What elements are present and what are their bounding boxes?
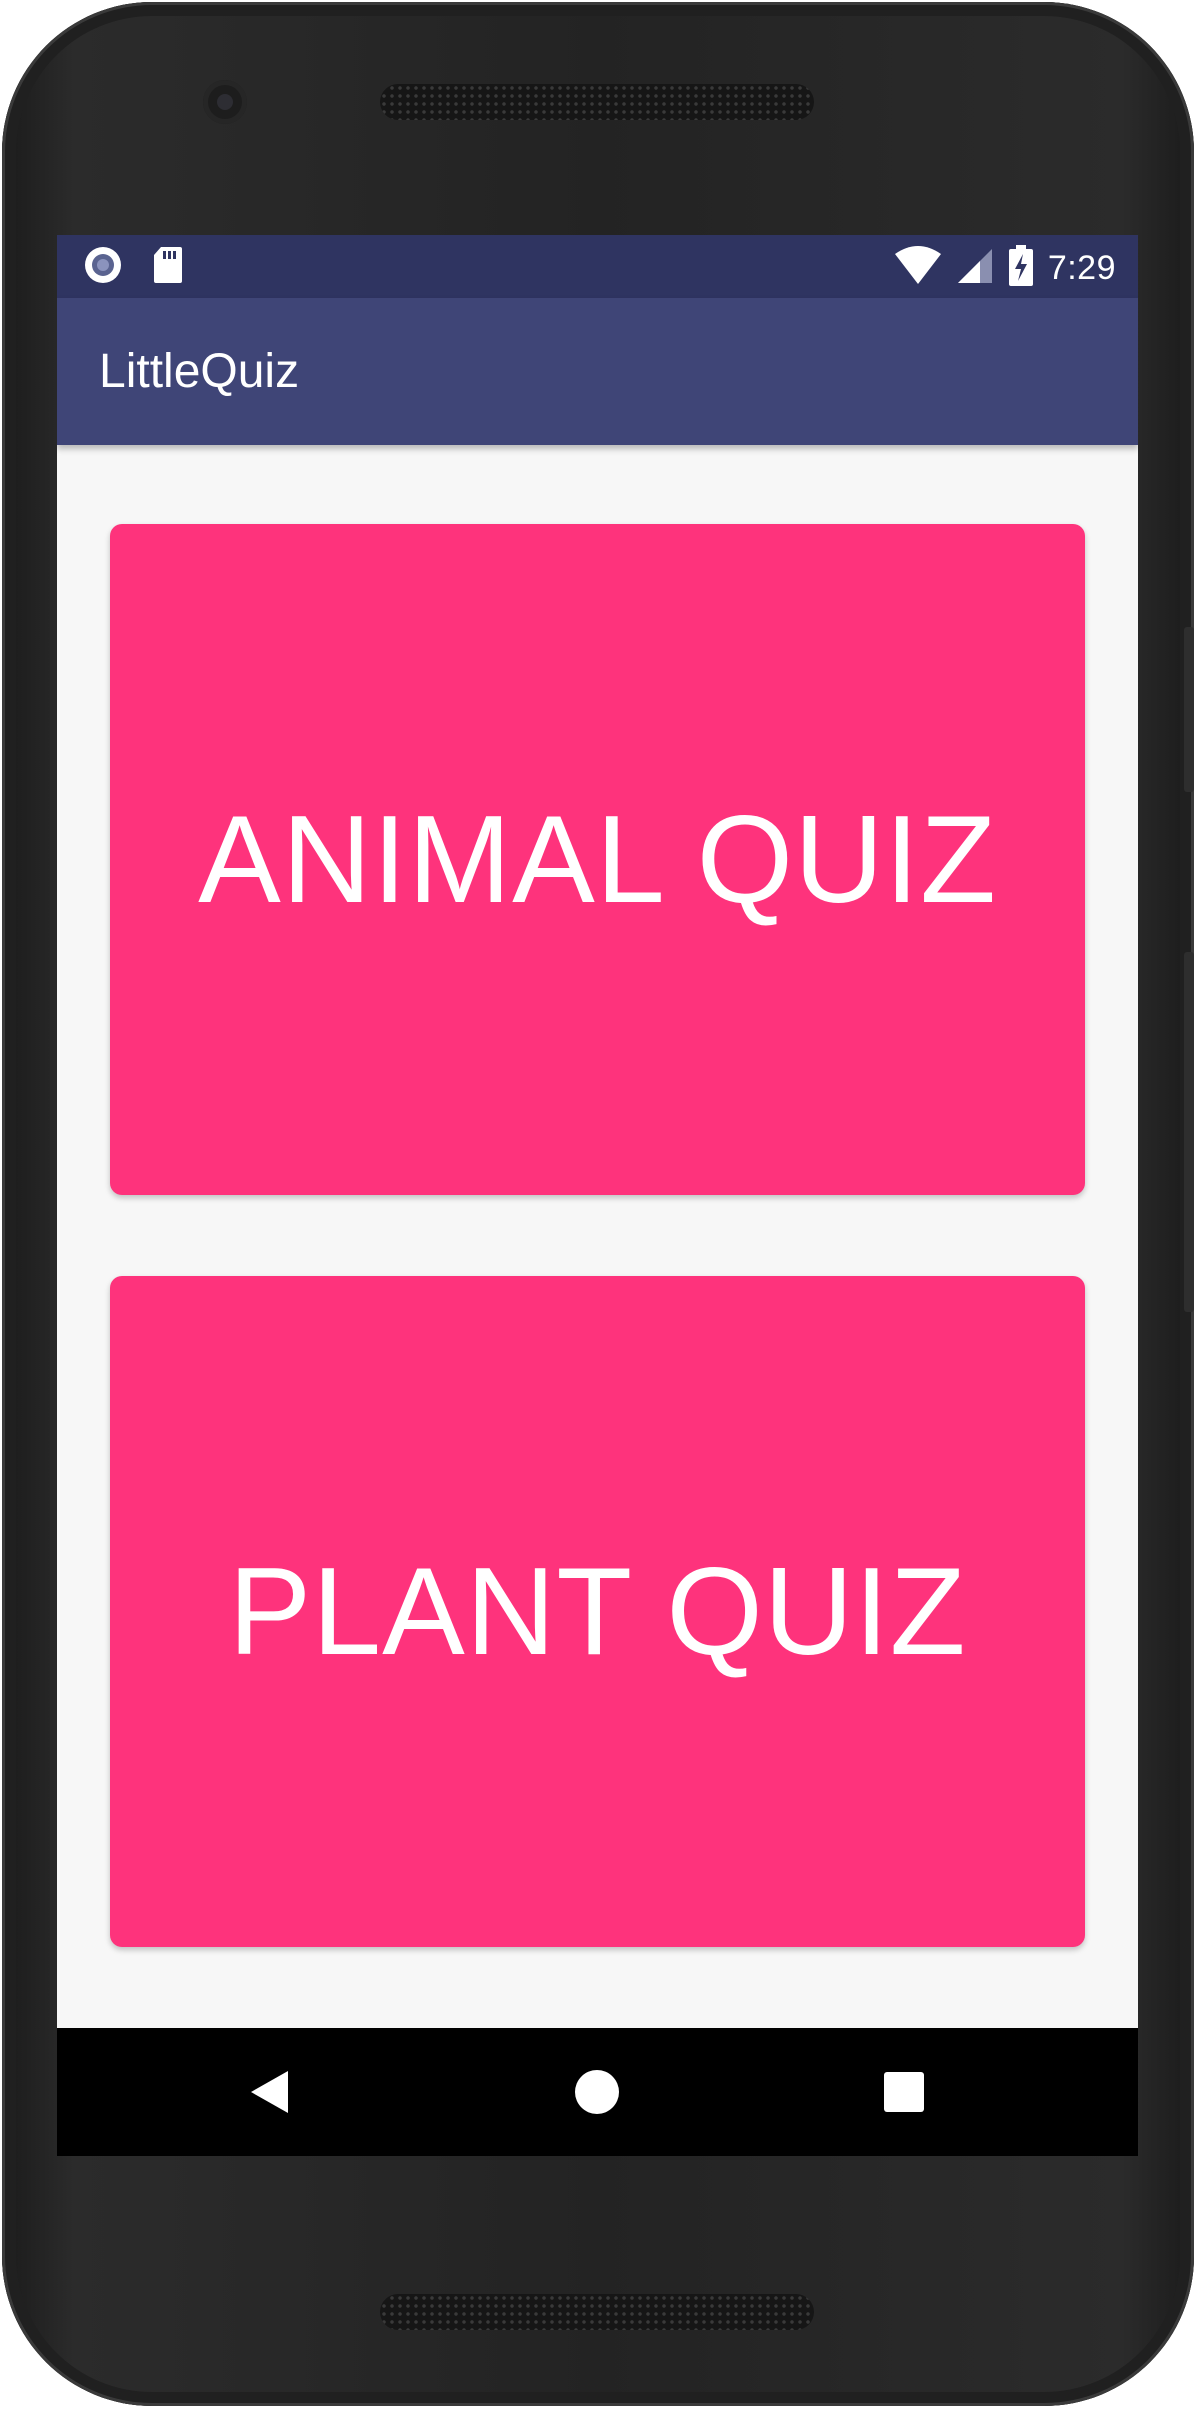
notification-record-icon [83,245,123,290]
sd-card-icon [153,246,183,289]
top-speaker [380,84,814,120]
recents-icon[interactable] [864,2052,944,2132]
home-icon[interactable] [557,2052,637,2132]
volume-button [1184,952,1194,1312]
wifi-icon [894,246,942,291]
plant-quiz-label: PLANT QUIZ [228,1542,967,1681]
back-icon[interactable] [230,2052,310,2132]
device-screen: 7:29 LittleQuiz ANIMAL QUIZ PLANT QUIZ [57,235,1138,2156]
phone-frame: 7:29 LittleQuiz ANIMAL QUIZ PLANT QUIZ [2,2,1194,2406]
battery-charging-icon [1008,245,1034,292]
status-time: 7:29 [1047,249,1116,287]
plant-quiz-button[interactable]: PLANT QUIZ [110,1276,1085,1947]
app-bar: LittleQuiz [57,298,1138,445]
status-bar: 7:29 [57,235,1138,298]
bottom-speaker [380,2294,814,2330]
front-camera [203,80,247,124]
animal-quiz-button[interactable]: ANIMAL QUIZ [110,524,1085,1195]
power-button [1184,627,1194,792]
cell-signal-icon [956,247,994,290]
navigation-bar [57,2028,1138,2156]
app-title: LittleQuiz [99,345,300,398]
animal-quiz-label: ANIMAL QUIZ [198,790,997,929]
